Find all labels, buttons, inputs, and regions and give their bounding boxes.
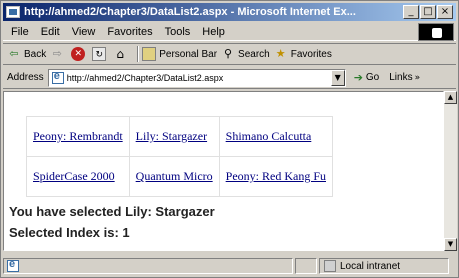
status-bar: Local intranet [3, 257, 456, 275]
title-bar: http://ahmed2/Chapter3/DataList2.aspx - … [3, 3, 456, 21]
menu-view[interactable]: View [66, 26, 102, 38]
address-url[interactable]: http://ahmed2/Chapter3/DataList2.aspx [67, 73, 331, 83]
windows-logo-throbber [418, 23, 454, 41]
favorites-label: Favorites [290, 48, 332, 60]
intranet-zone-icon [324, 260, 336, 272]
menu-favorites[interactable]: Favorites [101, 26, 158, 38]
minimize-button[interactable]: _ [403, 5, 419, 19]
datalist-table: Peony: Rembrandt Lily: Stargazer Shimano… [26, 116, 334, 197]
item-link[interactable]: Shimano Calcutta [226, 129, 312, 143]
go-button[interactable]: ➔ Go [354, 71, 380, 84]
ie-app-icon[interactable] [6, 6, 20, 18]
home-button[interactable]: ⌂ [113, 47, 130, 61]
datalist-cell: SpiderCase 2000 [26, 156, 130, 197]
window-title: http://ahmed2/Chapter3/DataList2.aspx - … [24, 6, 356, 18]
maximize-button[interactable]: □ [420, 5, 436, 19]
links-label: Links [389, 72, 413, 83]
address-input[interactable]: http://ahmed2/Chapter3/DataList2.aspx ▼ [47, 68, 346, 87]
page-status-icon [7, 258, 19, 272]
personal-bar-label: Personal Bar [159, 48, 218, 60]
standard-toolbar: ⇦ Back ⇨ ✕ ↻ ⌂ Personal Bar ⚲ Search ★ F… [3, 43, 456, 65]
home-icon: ⌂ [116, 47, 125, 61]
search-button[interactable]: ⚲ Search [221, 47, 270, 61]
go-label: Go [365, 72, 380, 83]
datalist-cell: Quantum Micro [128, 156, 220, 197]
forward-button[interactable]: ⇨ [50, 47, 67, 61]
vertical-scrollbar[interactable]: ▲ ▼ [444, 91, 457, 251]
toolbar-separator [137, 46, 140, 62]
scroll-up-icon[interactable]: ▲ [444, 91, 457, 104]
menu-tools[interactable]: Tools [159, 26, 197, 38]
menu-file[interactable]: File [3, 26, 35, 38]
item-link[interactable]: Quantum Micro [136, 169, 213, 183]
browser-window: http://ahmed2/Chapter3/DataList2.aspx - … [0, 0, 459, 278]
links-button[interactable]: Links» [389, 72, 420, 83]
favorites-icon: ★ [275, 47, 286, 60]
status-blank-pane [295, 258, 317, 274]
menu-help[interactable]: Help [196, 26, 231, 38]
selected-index-message: Selected Index is: 1 [9, 225, 130, 240]
refresh-icon: ↻ [92, 47, 107, 61]
address-label: Address [7, 72, 44, 83]
datalist-row: SpiderCase 2000 Quantum Micro Peony: Red… [26, 156, 334, 197]
datalist-cell: Peony: Red Kang Fu [218, 156, 334, 197]
datalist-cell: Peony: Rembrandt [26, 116, 130, 157]
zone-label: Local intranet [340, 260, 401, 272]
search-icon: ⚲ [224, 47, 233, 60]
go-arrow-icon: ➔ [353, 71, 363, 84]
search-label: Search [238, 48, 270, 60]
refresh-button[interactable]: ↻ [92, 47, 109, 61]
datalist-row: Peony: Rembrandt Lily: Stargazer Shimano… [26, 116, 334, 157]
page-icon [51, 70, 64, 84]
forward-arrow-icon: ⇨ [52, 47, 62, 60]
address-dropdown-button[interactable]: ▼ [330, 69, 345, 86]
item-link[interactable]: Peony: Rembrandt [33, 129, 123, 143]
scroll-down-icon[interactable]: ▼ [444, 238, 457, 251]
status-main-pane [3, 258, 293, 274]
item-link[interactable]: SpiderCase 2000 [33, 169, 115, 183]
address-bar: Address http://ahmed2/Chapter3/DataList2… [3, 67, 456, 89]
selected-message: You have selected Lily: Stargazer [9, 204, 215, 219]
menu-bar: File Edit View Favorites Tools Help [3, 23, 456, 41]
security-zone-pane: Local intranet [319, 258, 449, 274]
item-link[interactable]: Lily: Stargazer [136, 129, 207, 143]
stop-icon: ✕ [71, 47, 86, 61]
chevron-right-icon: » [414, 73, 421, 83]
close-button[interactable]: × [437, 5, 453, 19]
personal-bar-button[interactable]: Personal Bar [142, 47, 217, 61]
back-label: Back [24, 48, 47, 60]
back-button[interactable]: ⇦ Back [7, 47, 46, 61]
datalist-cell: Lily: Stargazer [128, 116, 220, 157]
item-link[interactable]: Peony: Red Kang Fu [226, 169, 326, 183]
menu-edit[interactable]: Edit [35, 26, 66, 38]
datalist-cell: Shimano Calcutta [218, 116, 334, 157]
stop-button[interactable]: ✕ [71, 47, 88, 61]
back-arrow-icon: ⇦ [9, 47, 19, 60]
favorites-button[interactable]: ★ Favorites [274, 47, 332, 61]
personal-bar-icon [142, 47, 157, 61]
